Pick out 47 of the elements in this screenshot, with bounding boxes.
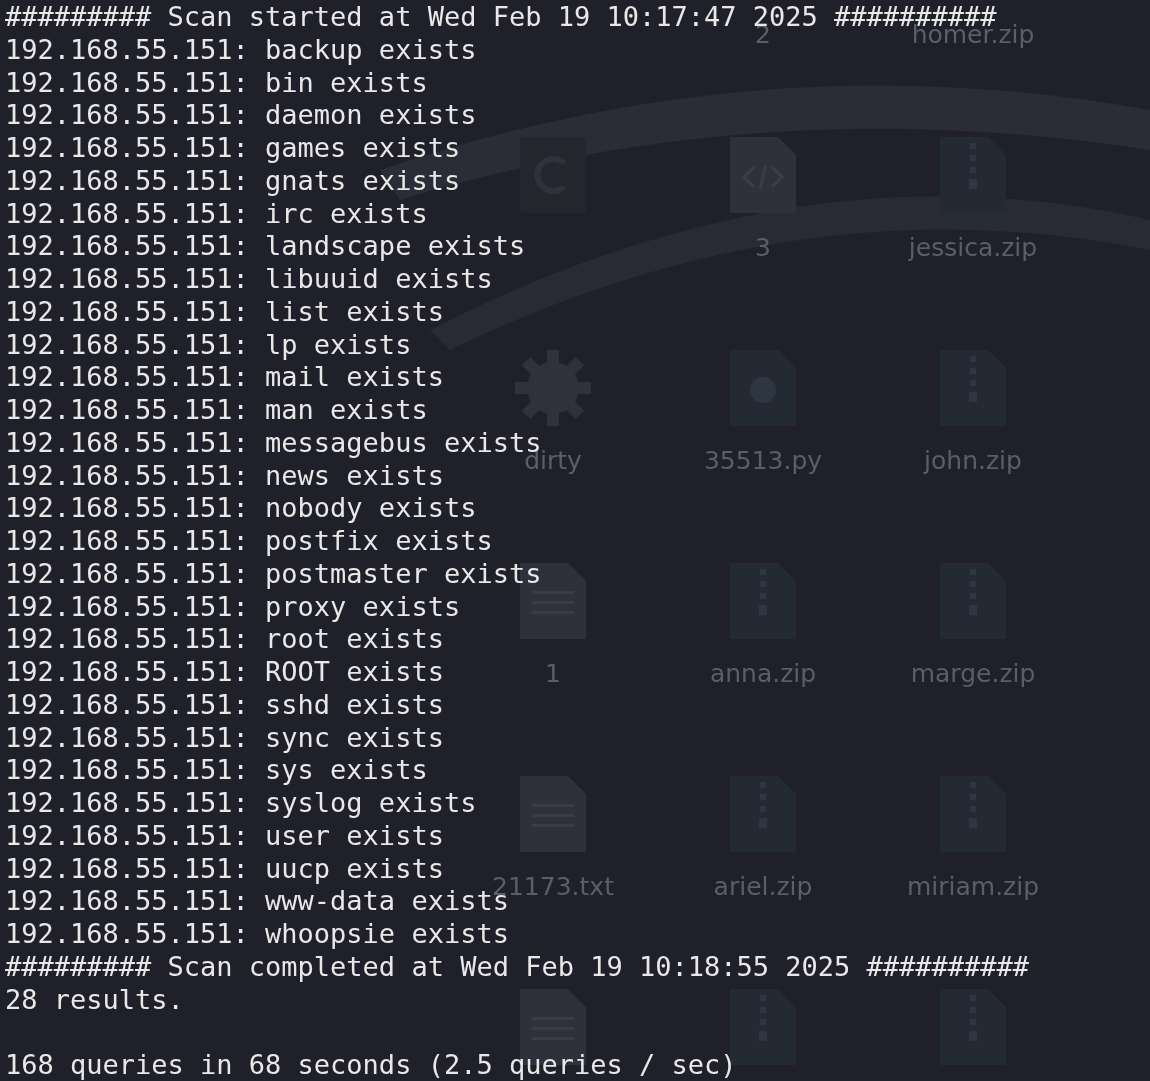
terminal-line: ######### Scan completed at Wed Feb 19 10:18:55 2025 ########## xyxy=(5,950,1030,984)
terminal-line: 192.168.55.151: sys exists xyxy=(5,754,428,787)
file-name-label[interactable]: john.zip xyxy=(924,446,1022,475)
terminal-line: 192.168.55.151: root exists xyxy=(5,623,444,656)
terminal-line: 192.168.55.151: proxy exists xyxy=(5,590,461,624)
terminal-line: 192.168.55.151: postmaster exists xyxy=(5,557,542,591)
terminal-line: 168 queries in 68 seconds (2.5 queries / sec) xyxy=(5,1049,737,1081)
zip-file-icon[interactable] xyxy=(940,563,1006,639)
file-name-label[interactable]: anna.zip xyxy=(709,659,817,688)
terminal-line: 192.168.55.151: lp exists xyxy=(5,328,412,362)
terminal-line: 192.168.55.151: list exists xyxy=(5,295,444,329)
terminal-line: 192.168.55.151: libuuid exists xyxy=(5,263,493,296)
python-file-icon[interactable] xyxy=(730,350,796,426)
zip-file-icon[interactable] xyxy=(730,776,796,852)
file-name-label[interactable]: jessica.zip xyxy=(908,233,1038,262)
terminal-line: 192.168.55.151: backup exists xyxy=(5,33,477,67)
zip-file-icon[interactable] xyxy=(940,350,1006,426)
file-name-label[interactable]: marge.zip xyxy=(910,659,1036,688)
terminal-line: 192.168.55.151: nobody exists xyxy=(5,492,477,525)
file-name-label[interactable]: 35513.py xyxy=(703,446,823,475)
terminal-line: 192.168.55.151: uucp exists xyxy=(5,852,444,886)
terminal-line: 192.168.55.151: daemon exists xyxy=(5,99,477,132)
zip-file-icon[interactable] xyxy=(730,989,796,1065)
zip-file-icon[interactable] xyxy=(940,989,1006,1065)
zip-file-icon[interactable] xyxy=(730,563,796,639)
terminal-line: 192.168.55.151: syslog exists xyxy=(5,787,477,820)
terminal-line: 192.168.55.151: whoopsie exists xyxy=(5,918,509,951)
terminal-line: 192.168.55.151: games exists xyxy=(5,132,461,165)
terminal-line: 192.168.55.151: mail exists xyxy=(5,361,444,394)
terminal-line: 192.168.55.151: postfix exists xyxy=(5,525,493,558)
file-name-label[interactable]: miriam.zip xyxy=(906,872,1040,901)
terminal-line: 192.168.55.151: bin exists xyxy=(5,66,428,100)
file-name-label[interactable]: ariel.zip xyxy=(713,872,813,901)
terminal-line: 192.168.55.151: irc exists xyxy=(5,197,428,231)
terminal-line: 192.168.55.151: landscape exists xyxy=(5,230,526,263)
terminal-line: 192.168.55.151: news exists xyxy=(5,459,444,493)
terminal-line: 192.168.55.151: man exists xyxy=(5,394,428,427)
terminal-line: 28 results. xyxy=(5,983,184,1017)
terminal-line: 192.168.55.151: user exists xyxy=(5,819,444,853)
terminal-line: 192.168.55.151: ROOT exists xyxy=(5,656,444,689)
terminal-line: 192.168.55.151: sync exists xyxy=(5,721,444,755)
terminal-line: 192.168.55.151: sshd exists xyxy=(5,688,444,722)
code-file-icon[interactable] xyxy=(730,137,796,213)
terminal-line: 192.168.55.151: gnats exists xyxy=(5,164,461,198)
file-name-label[interactable]: 3 xyxy=(755,233,771,262)
zip-file-icon[interactable] xyxy=(940,776,1006,852)
file-name-label[interactable]: 1 xyxy=(545,659,561,688)
